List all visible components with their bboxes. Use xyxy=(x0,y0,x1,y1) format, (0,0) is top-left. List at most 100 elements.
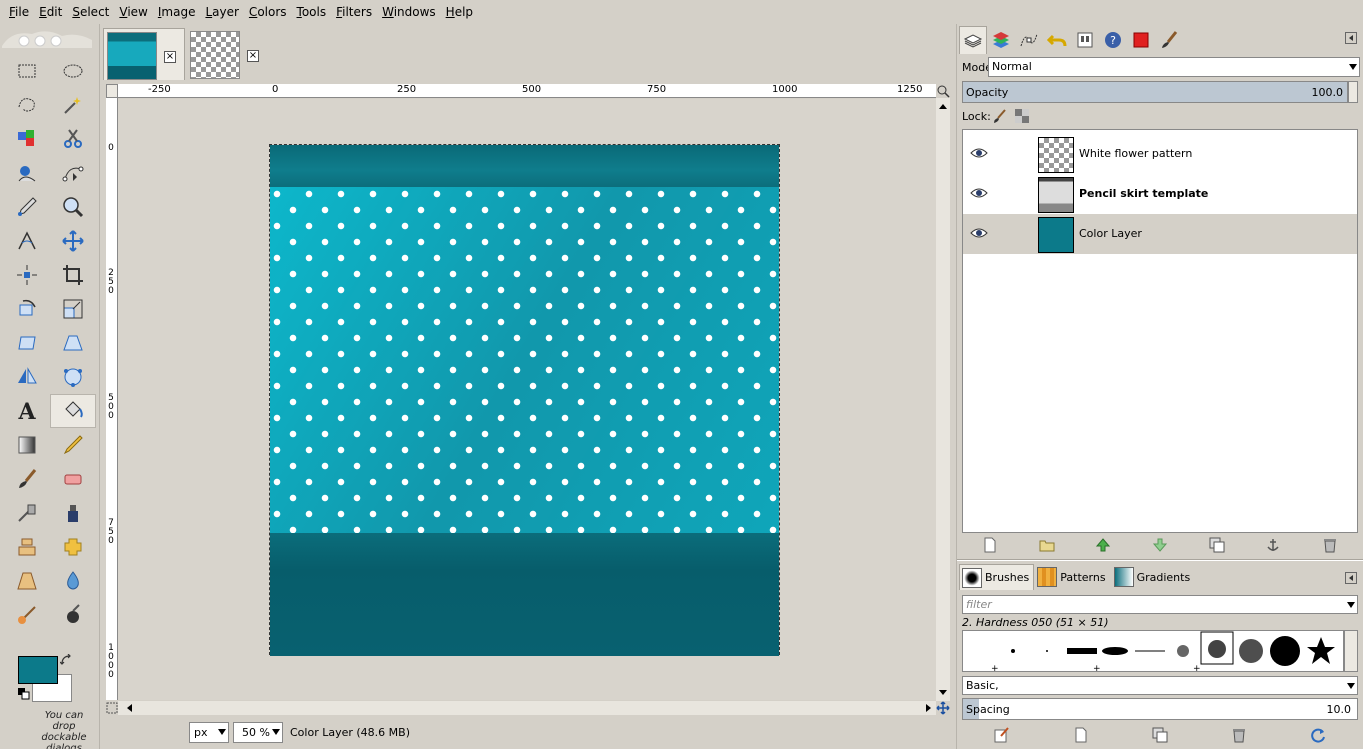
quick-mask-icon[interactable] xyxy=(106,701,118,715)
refresh-brushes-icon[interactable] xyxy=(1310,727,1326,743)
brush-grid[interactable]: + + + xyxy=(962,630,1344,672)
tool-ink[interactable] xyxy=(50,496,96,530)
menu-view[interactable]: View xyxy=(114,0,152,24)
opacity-slider[interactable]: Opacity 100.0 xyxy=(962,81,1348,103)
layer-row-color-layer[interactable]: Color Layer xyxy=(963,214,1357,254)
tool-select-by-color[interactable] xyxy=(4,122,50,156)
tool-eraser[interactable] xyxy=(50,462,96,496)
vertical-scrollbar[interactable] xyxy=(936,98,950,701)
layer-row-pencil-skirt[interactable]: Pencil skirt template xyxy=(963,174,1357,214)
anchor-icon[interactable] xyxy=(1265,537,1281,553)
delete-layer-icon[interactable] xyxy=(1322,537,1338,553)
image-canvas[interactable] xyxy=(269,144,780,656)
tool-measure[interactable] xyxy=(4,224,50,258)
tool-flip[interactable] xyxy=(4,360,50,394)
tool-text[interactable]: A xyxy=(4,394,50,428)
layers-list[interactable]: White flower pattern Pencil skirt templa… xyxy=(962,129,1358,533)
tool-airbrush[interactable] xyxy=(4,496,50,530)
dock-separator[interactable] xyxy=(957,559,1363,561)
scroll-up-icon[interactable] xyxy=(937,101,949,111)
tool-rotate[interactable] xyxy=(4,292,50,326)
tool-align[interactable] xyxy=(4,258,50,292)
tab-undo-history[interactable] xyxy=(1043,26,1071,54)
eye-icon[interactable] xyxy=(970,186,988,200)
ruler-corner[interactable] xyxy=(106,84,118,98)
tab-patterns[interactable]: Patterns xyxy=(1034,564,1110,590)
mode-select[interactable]: Normal xyxy=(988,57,1360,77)
tab-brushes[interactable]: Brushes xyxy=(959,564,1035,590)
tab-paths[interactable] xyxy=(1015,26,1043,54)
eye-icon[interactable] xyxy=(970,226,988,240)
tab-help[interactable]: ? xyxy=(1099,26,1127,54)
layer-row-white-flower[interactable]: White flower pattern xyxy=(963,134,1357,174)
tool-paths[interactable] xyxy=(50,156,96,190)
horizontal-ruler[interactable]: -250 0 250 500 750 1000 1250 xyxy=(118,84,936,98)
zoom-image-icon[interactable] xyxy=(936,84,950,98)
tool-dodge-burn[interactable] xyxy=(50,598,96,632)
brush-tag-input[interactable]: Basic, xyxy=(962,676,1358,695)
tab-tool-options[interactable] xyxy=(1155,26,1183,54)
tool-perspective[interactable] xyxy=(50,326,96,360)
tool-move[interactable] xyxy=(50,224,96,258)
menu-help[interactable]: Help xyxy=(441,0,478,24)
swap-colors-icon[interactable] xyxy=(60,654,72,666)
eye-icon[interactable] xyxy=(970,146,988,160)
zoom-select[interactable]: 50 % xyxy=(233,722,283,743)
menu-colors[interactable]: Colors xyxy=(244,0,292,24)
default-colors-icon[interactable] xyxy=(18,688,30,700)
tab-channels[interactable] xyxy=(987,26,1015,54)
scroll-left-icon[interactable] xyxy=(124,702,134,714)
tool-zoom[interactable] xyxy=(50,190,96,224)
edit-brush-icon[interactable] xyxy=(994,727,1010,743)
close-icon[interactable]: × xyxy=(247,50,259,62)
new-layer-icon[interactable] xyxy=(982,537,998,553)
duplicate-layer-icon[interactable] xyxy=(1209,537,1225,553)
scroll-down-icon[interactable] xyxy=(937,688,949,698)
tool-pencil[interactable] xyxy=(50,428,96,462)
tool-scissors[interactable] xyxy=(50,122,96,156)
tool-color-picker[interactable] xyxy=(4,190,50,224)
foreground-color[interactable] xyxy=(18,656,58,684)
tool-perspective-clone[interactable] xyxy=(4,564,50,598)
tool-paintbrush[interactable] xyxy=(4,462,50,496)
tool-cage[interactable] xyxy=(50,360,96,394)
delete-brush-icon[interactable] xyxy=(1231,727,1247,743)
tool-scale[interactable] xyxy=(50,292,96,326)
menu-file[interactable]: File xyxy=(4,0,34,24)
navigate-icon[interactable] xyxy=(936,701,950,715)
dock-menu-icon[interactable] xyxy=(1345,32,1357,44)
new-layer-group-icon[interactable] xyxy=(1039,537,1055,553)
tool-bucket-fill[interactable] xyxy=(50,394,96,428)
unit-select[interactable]: px xyxy=(189,722,229,743)
tool-heal[interactable] xyxy=(50,530,96,564)
brush-grid-scrollbar[interactable] xyxy=(1344,630,1358,672)
menu-edit[interactable]: Edit xyxy=(34,0,67,24)
tool-crop[interactable] xyxy=(50,258,96,292)
tab-colors[interactable] xyxy=(1127,26,1155,54)
image-tab-teal[interactable]: × xyxy=(103,28,185,80)
menu-filters[interactable]: Filters xyxy=(331,0,377,24)
tool-ellipse-select[interactable] xyxy=(50,54,96,88)
tool-rect-select[interactable] xyxy=(4,54,50,88)
menu-select[interactable]: Select xyxy=(67,0,114,24)
spacing-slider[interactable]: Spacing 10.0 xyxy=(962,698,1358,720)
tool-smudge[interactable] xyxy=(4,598,50,632)
menu-tools[interactable]: Tools xyxy=(292,0,332,24)
tool-shear[interactable] xyxy=(4,326,50,360)
lock-pixels-icon[interactable] xyxy=(992,108,1008,124)
close-icon[interactable]: × xyxy=(164,51,176,63)
scroll-right-icon[interactable] xyxy=(924,702,934,714)
raise-layer-icon[interactable] xyxy=(1095,537,1111,553)
dock-menu-icon[interactable] xyxy=(1345,572,1357,584)
new-brush-icon[interactable] xyxy=(1073,727,1089,743)
horizontal-scrollbar[interactable] xyxy=(118,701,936,715)
lock-alpha-icon[interactable] xyxy=(1014,108,1030,124)
tab-pointer[interactable] xyxy=(1071,26,1099,54)
image-tab-pattern[interactable]: × xyxy=(187,28,269,80)
tool-blend[interactable] xyxy=(4,428,50,462)
tool-foreground-select[interactable] xyxy=(4,156,50,190)
brush-previews[interactable]: + + + xyxy=(963,631,1344,672)
menu-windows[interactable]: Windows xyxy=(377,0,441,24)
menu-layer[interactable]: Layer xyxy=(200,0,243,24)
tool-free-select[interactable] xyxy=(4,88,50,122)
